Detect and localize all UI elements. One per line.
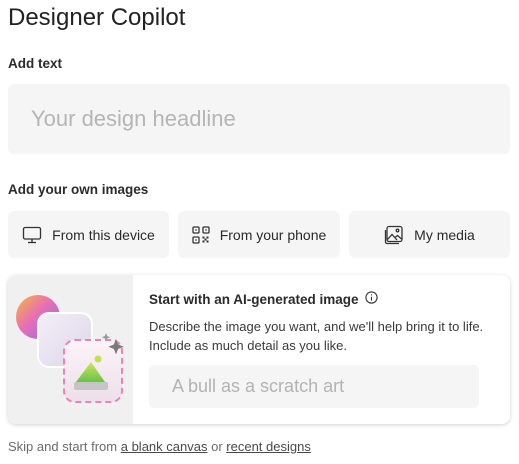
add-text-label: Add text xyxy=(8,56,62,71)
info-icon[interactable] xyxy=(364,291,378,307)
from-your-phone-button[interactable]: From your phone xyxy=(178,211,340,258)
footer-links: Skip and start from a blank canvas or re… xyxy=(8,439,311,454)
my-media-button[interactable]: My media xyxy=(349,211,510,258)
ai-illustration xyxy=(8,275,133,424)
from-this-device-label: From this device xyxy=(52,226,155,243)
ai-image-card: Start with an AI-generated image Describ… xyxy=(8,275,510,424)
qr-code-icon xyxy=(192,225,210,244)
recent-designs-link[interactable]: recent designs xyxy=(226,439,311,454)
from-your-phone-label: From your phone xyxy=(219,226,327,243)
page-title: Designer Copilot xyxy=(8,4,186,31)
monitor-icon xyxy=(22,225,42,245)
footer-connector: or xyxy=(211,439,223,454)
image-gallery-icon xyxy=(384,225,404,245)
from-this-device-button[interactable]: From this device xyxy=(8,211,169,258)
blank-canvas-link[interactable]: a blank canvas xyxy=(121,439,208,454)
ai-card-title: Start with an AI-generated image xyxy=(149,291,378,307)
ai-prompt-input[interactable] xyxy=(149,365,479,408)
footer-prefix: Skip and start from xyxy=(8,439,118,454)
my-media-label: My media xyxy=(414,226,475,243)
headline-input[interactable] xyxy=(8,84,510,154)
ai-card-description: Describe the image you want, and we'll h… xyxy=(149,319,484,353)
add-images-label: Add your own images xyxy=(8,182,149,197)
ai-card-title-text: Start with an AI-generated image xyxy=(149,291,359,307)
